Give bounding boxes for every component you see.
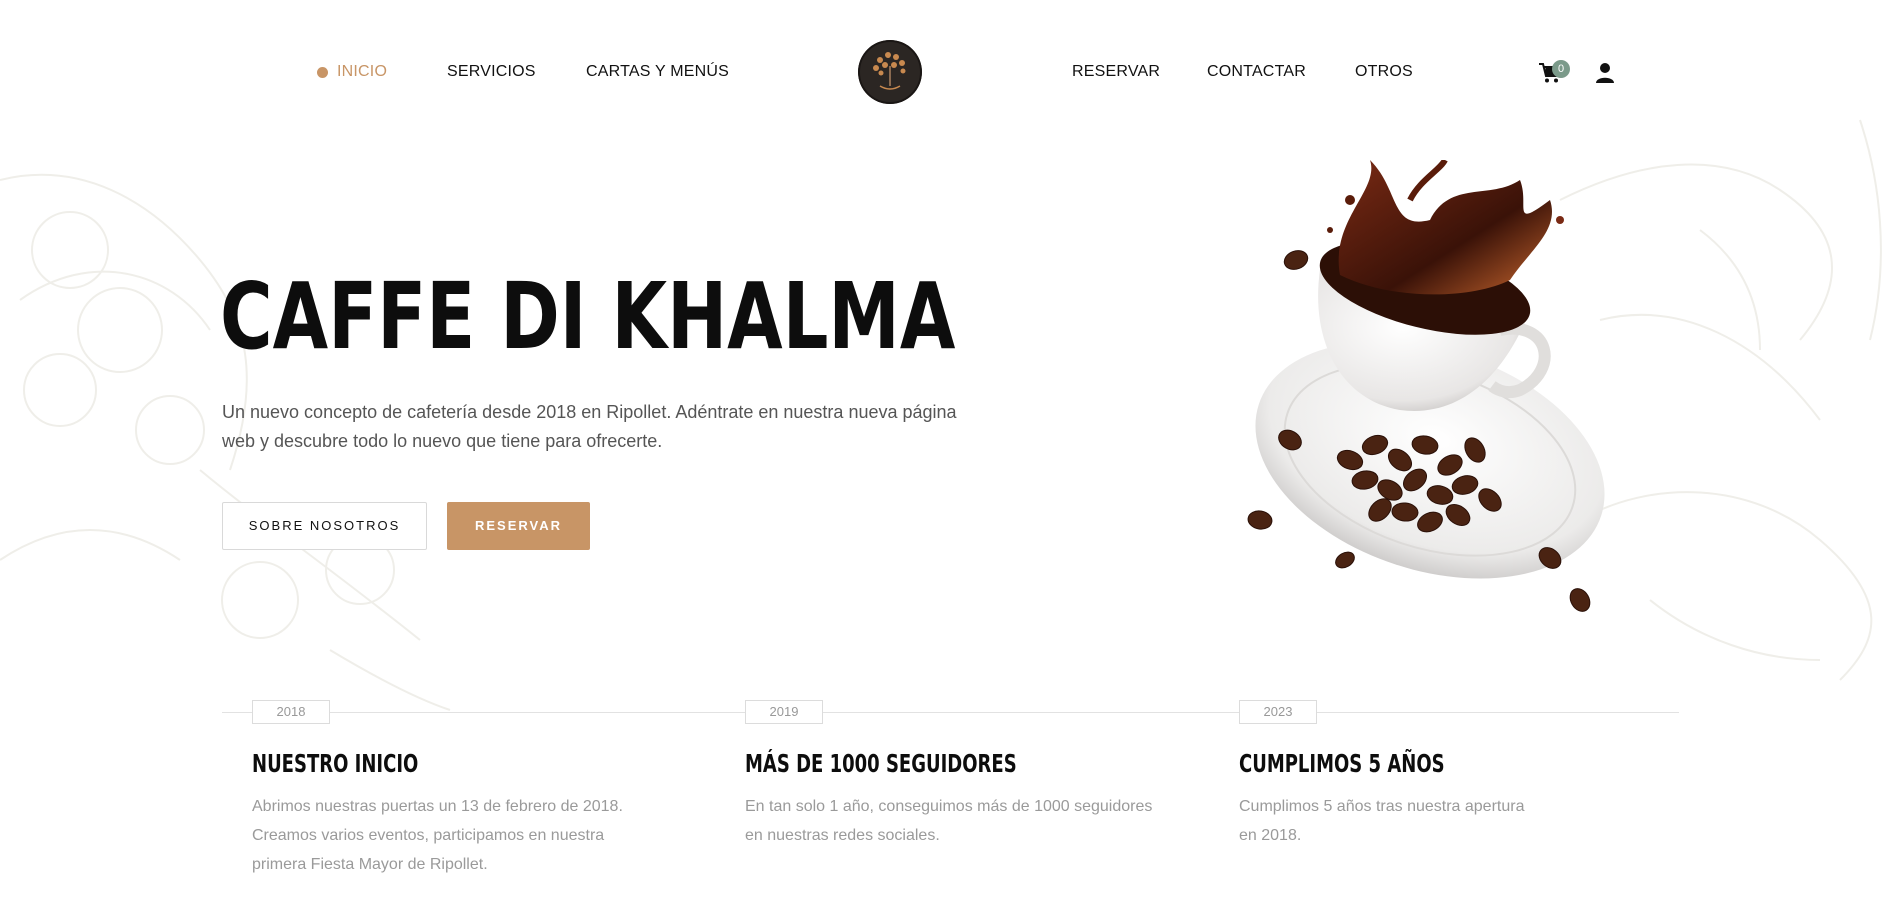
nav-link-contactar[interactable]: CONTACTAR: [1207, 63, 1306, 81]
hero-title: CAFFE DI KHALMA: [220, 263, 956, 370]
timeline-line: [222, 712, 1679, 713]
timeline-text: En tan solo 1 año, conseguimos más de 10…: [745, 798, 1153, 844]
nav-link-otros[interactable]: OTROS: [1355, 63, 1413, 81]
reserve-button[interactable]: RESERVAR: [447, 502, 590, 550]
timeline-title: NUESTRO INICIO: [252, 749, 419, 778]
coffee-tree-logo-icon: [858, 40, 922, 104]
timeline-title: CUMPLIMOS 5 AÑOS: [1239, 749, 1445, 778]
about-us-button[interactable]: SOBRE NOSOTROS: [222, 502, 427, 550]
active-indicator-dot: [317, 67, 328, 78]
main-navigation: INICIO SERVICIOS CARTAS Y MENÚS RESERVAR…: [0, 0, 1901, 145]
timeline-year-badge: 2018: [252, 700, 330, 724]
timeline-year-badge: 2019: [745, 700, 823, 724]
nav-link-inicio[interactable]: INICIO: [337, 63, 387, 81]
timeline-year-badge: 2023: [1239, 700, 1317, 724]
coffee-cup-splash-image: [1247, 160, 1605, 612]
hero-description: Un nuevo concepto de cafetería desde 201…: [222, 402, 957, 451]
logo[interactable]: [858, 40, 922, 104]
timeline-text: Cumplimos 5 años tras nuestra apertura e…: [1239, 798, 1525, 844]
user-icon[interactable]: [1595, 62, 1615, 84]
nav-link-cartas-menus[interactable]: CARTAS Y MENÚS: [586, 63, 729, 81]
timeline-text: Abrimos nuestras puertas un 13 de febrer…: [252, 798, 623, 873]
nav-link-servicios[interactable]: SERVICIOS: [447, 63, 536, 81]
timeline-title: MÁS DE 1000 SEGUIDORES: [745, 749, 1017, 778]
nav-link-reservar[interactable]: RESERVAR: [1072, 63, 1160, 81]
cart-count-badge: 0: [1552, 60, 1570, 78]
